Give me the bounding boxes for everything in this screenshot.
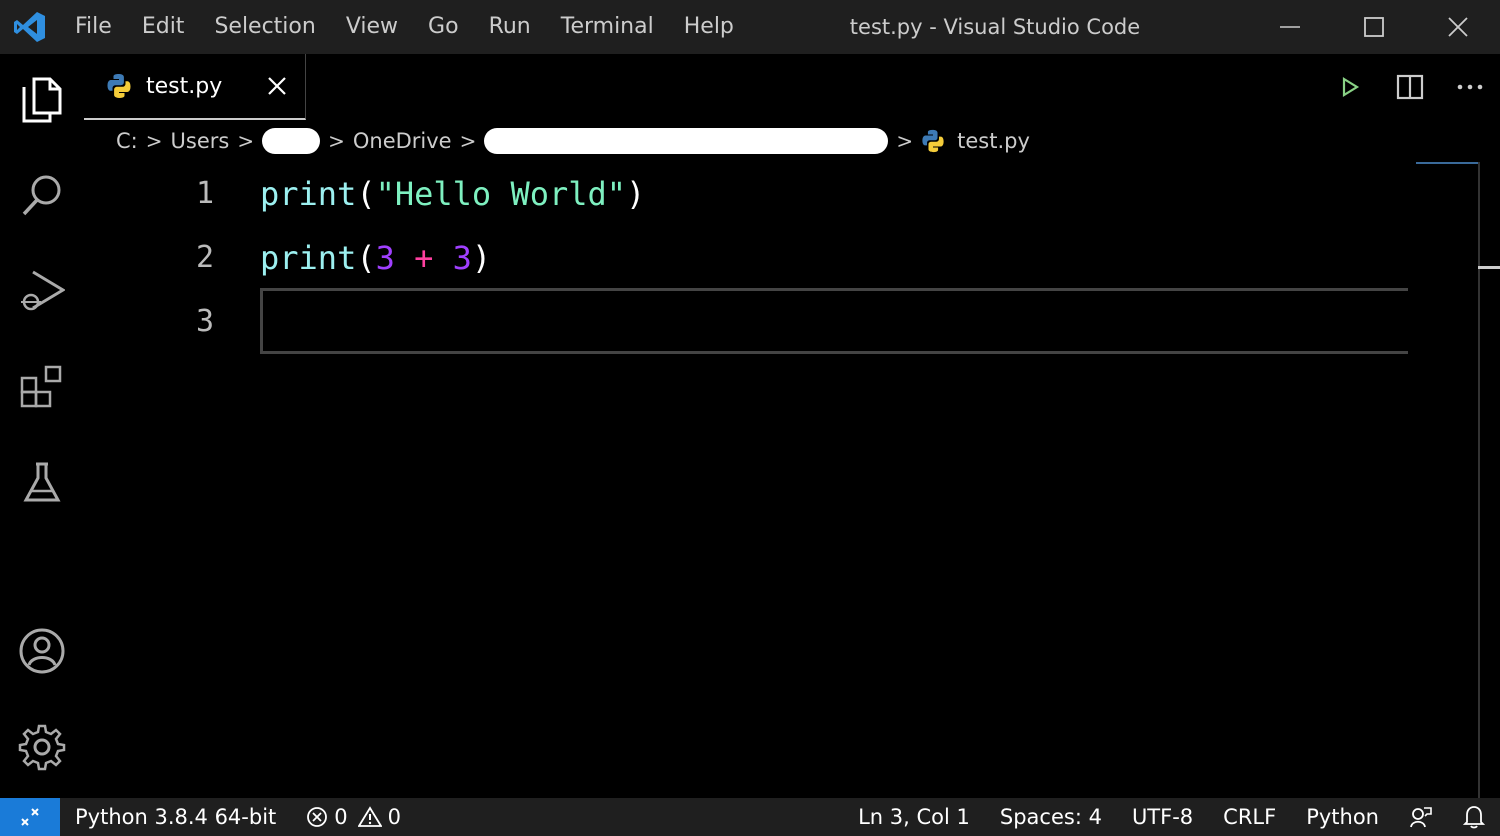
split-editor-button[interactable] (1380, 54, 1440, 120)
chevron-right-icon: > (459, 129, 477, 153)
search-icon[interactable] (17, 170, 67, 220)
error-icon (307, 807, 328, 827)
redacted-segment (484, 128, 889, 154)
editor-tab-bar: test.py (84, 54, 1500, 120)
activity-bar (0, 54, 84, 798)
redacted-segment (262, 128, 321, 154)
file-encoding[interactable]: UTF-8 (1117, 798, 1208, 836)
run-debug-icon[interactable] (17, 266, 67, 316)
notifications-button[interactable] (1448, 805, 1500, 829)
more-actions-button[interactable] (1440, 54, 1500, 120)
code-token-paren: ( (356, 175, 376, 213)
extensions-icon[interactable] (17, 362, 67, 412)
menu-edit[interactable]: Edit (127, 0, 200, 54)
code-token-num: 3 (452, 239, 472, 277)
tab-close-button[interactable] (263, 72, 291, 100)
problems-indicator[interactable]: 0 0 (291, 798, 416, 836)
line-number: 1 (195, 176, 214, 211)
python-interpreter[interactable]: Python 3.8.4 64-bit (60, 798, 291, 836)
tab-label: test.py (146, 73, 223, 99)
chevron-right-icon: > (896, 129, 914, 153)
menu-run[interactable]: Run (474, 0, 546, 54)
code-token-paren: ) (471, 239, 492, 277)
play-icon (1342, 77, 1360, 97)
line-number: 2 (195, 240, 214, 275)
minimize-icon (1280, 26, 1300, 28)
menu-bar: File Edit Selection View Go Run Terminal… (60, 0, 749, 54)
vscode-logo-icon (0, 0, 60, 54)
warning-count: 0 (387, 805, 402, 829)
menu-file[interactable]: File (60, 0, 127, 54)
line-number: 3 (195, 304, 214, 339)
code-token-paren: ( (356, 239, 376, 277)
python-icon (107, 74, 131, 98)
minimize-button[interactable] (1248, 0, 1332, 54)
window-controls (1248, 0, 1500, 54)
cursor-position[interactable]: Ln 3, Col 1 (843, 798, 985, 836)
testing-flask-icon[interactable] (17, 458, 67, 508)
code-line[interactable]: print(3 + 3) (260, 226, 491, 290)
account-icon[interactable] (17, 626, 67, 676)
breadcrumb-item-file[interactable]: test.py (957, 129, 1030, 153)
code-token-num: 3 (375, 239, 395, 277)
close-window-button[interactable] (1416, 0, 1500, 54)
code-token-str: "Hello World" (375, 175, 627, 213)
menu-view[interactable]: View (331, 0, 413, 54)
status-bar: Python 3.8.4 64-bit 0 0 Ln 3, Col 1 Spac… (0, 798, 1500, 836)
editor-actions (1320, 54, 1500, 120)
indentation-setting[interactable]: Spaces: 4 (985, 798, 1117, 836)
menu-terminal[interactable]: Terminal (546, 0, 669, 54)
current-line-highlight (260, 288, 1408, 354)
run-python-file-button[interactable] (1320, 54, 1380, 120)
breadcrumb-item-onedrive[interactable]: OneDrive (353, 129, 452, 153)
language-mode[interactable]: Python (1291, 798, 1394, 836)
feedback-button[interactable] (1394, 805, 1448, 829)
error-count: 0 (334, 805, 348, 829)
python-icon (922, 129, 944, 153)
chevron-right-icon: > (237, 129, 255, 153)
editor-scrollbar[interactable] (1478, 162, 1480, 798)
warning-icon (357, 806, 382, 827)
ellipsis-icon (1457, 84, 1483, 90)
end-of-line[interactable]: CRLF (1208, 798, 1291, 836)
close-icon (268, 77, 286, 95)
settings-gear-icon[interactable] (17, 722, 67, 772)
menu-go[interactable]: Go (413, 0, 474, 54)
code-line[interactable]: print("Hello World") (260, 162, 645, 226)
bell-icon (1463, 806, 1485, 829)
tab-test-py[interactable]: test.py (84, 54, 306, 120)
breadcrumb-item-drive[interactable]: C: (116, 129, 138, 153)
code-token-paren (395, 239, 414, 277)
close-icon (1448, 17, 1468, 37)
breadcrumb-item-users[interactable]: Users (171, 129, 230, 153)
code-token-paren (433, 239, 452, 277)
scrollbar-cursor-marker (1478, 266, 1500, 269)
remote-indicator-button[interactable] (0, 798, 60, 836)
breadcrumb: C: > Users > > OneDrive > > test.py (84, 120, 1414, 162)
maximize-icon (1364, 17, 1384, 37)
remote-icon (21, 808, 39, 826)
feedback-person-icon (1410, 807, 1432, 828)
menu-selection[interactable]: Selection (199, 0, 330, 54)
code-token-op: + (414, 239, 434, 277)
split-editor-icon (1396, 74, 1424, 100)
code-token-fn: print (260, 175, 357, 213)
chevron-right-icon: > (145, 129, 163, 153)
code-editor[interactable]: 1 2 3 print("Hello World") print(3 + 3) (84, 162, 1478, 798)
minimap[interactable] (1416, 162, 1478, 164)
status-bar-right: Ln 3, Col 1 Spaces: 4 UTF-8 CRLF Python (843, 798, 1500, 836)
code-token-fn: print (260, 239, 357, 277)
chevron-right-icon: > (328, 129, 345, 153)
code-token-paren: ) (626, 175, 646, 213)
maximize-button[interactable] (1332, 0, 1416, 54)
title-bar: File Edit Selection View Go Run Terminal… (0, 0, 1500, 54)
menu-help[interactable]: Help (669, 0, 749, 54)
explorer-icon[interactable] (17, 74, 67, 124)
